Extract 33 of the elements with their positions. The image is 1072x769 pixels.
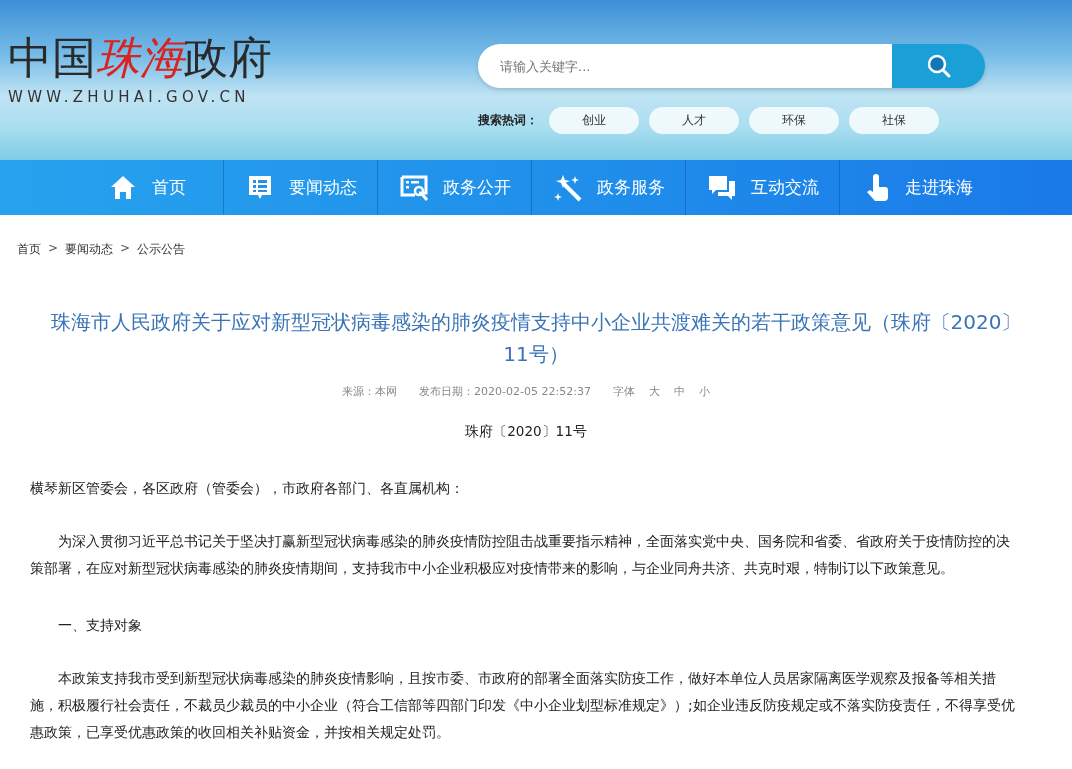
body-paragraph: 为深入贯彻习近平总书记关于坚决打赢新型冠状病毒感染的肺炎疫情防控阻击战重要指示精神，全面落实党中央、国务院和省委、省政府关于疫情防控的决策部署，在应对新型冠状病毒感染的肺炎疫情期间，支持我市中小企业积极应对疫情带来的影响，与企业同舟共济、共克时艰，特制订以下政策意见。 <box>30 532 1011 578</box>
document-number: 珠府〔2020〕11号 <box>464 423 588 441</box>
search-icon <box>925 53 952 79</box>
section-heading: 一、支持对象 <box>57 616 143 635</box>
hot-word-link[interactable]: 创业 <box>549 107 639 134</box>
search-button[interactable] <box>892 44 985 88</box>
hot-word-link[interactable]: 环保 <box>749 107 839 134</box>
breadcrumb-link[interactable]: 公示公告 <box>137 241 186 258</box>
site-url: WWW.ZHUHAI.GOV.CN <box>8 88 251 106</box>
nav-item[interactable]: 政务公开 <box>378 160 532 215</box>
site-logo-title[interactable]: 中国珠海政府 <box>8 36 478 80</box>
font-size-link[interactable]: 中 <box>673 384 685 399</box>
font-size-link[interactable]: 大 <box>648 384 660 399</box>
hot-words-label: 搜索热词： <box>478 112 538 129</box>
font-size-link[interactable]: 小 <box>698 384 710 399</box>
publish-date: 发布日期：2020-02-05 22:52:37 <box>419 384 591 399</box>
font-size-label: 字体 <box>612 384 635 399</box>
nav-item[interactable]: 首页 <box>70 160 224 215</box>
breadcrumb-separator: > <box>48 241 59 257</box>
hot-word-link[interactable]: 社保 <box>849 107 939 134</box>
article-source: 来源：本网 <box>342 384 398 399</box>
breadcrumb-separator: > <box>120 241 131 257</box>
nav-item[interactable]: 政务服务 <box>532 160 686 215</box>
body-paragraph: 本政策支持我市受到新型冠状病毒感染的肺炎疫情影响，且按市委、市政府的部署全面落实防疫工作，做好本单位人员居家隔离医学观察及报备等相关措施，积极履行社会责任，不裁员少裁员的中小企业（符合工信部等四部门印发《中小企业划型标准规定》）;如企业违反防疫规定或不落实防疫责任，不得享受优惠政策，已享受优惠政策的收回相关补贴资金，并按相关规定处罚。 <box>30 669 1016 742</box>
breadcrumb-link[interactable]: 首页 <box>17 241 41 258</box>
hot-word-link[interactable]: 人才 <box>649 107 739 134</box>
article-title: 珠海市人民政府关于应对新型冠状病毒感染的肺炎疫情支持中小企业共渡难关的若干政策意见（珠府〔2020〕11号） <box>49 309 1022 368</box>
salutation-text: 横琴新区管委会，各区政府（管委会），市政府各部门、各直属机构： <box>30 479 465 498</box>
nav-item[interactable]: 走进珠海 <box>840 160 993 215</box>
search-field[interactable]: 请输入关键字... <box>478 44 892 88</box>
nav-item[interactable]: 互动交流 <box>686 160 840 215</box>
nav-item[interactable]: 要闻动态 <box>224 160 378 215</box>
breadcrumb-link[interactable]: 要闻动态 <box>65 241 114 258</box>
